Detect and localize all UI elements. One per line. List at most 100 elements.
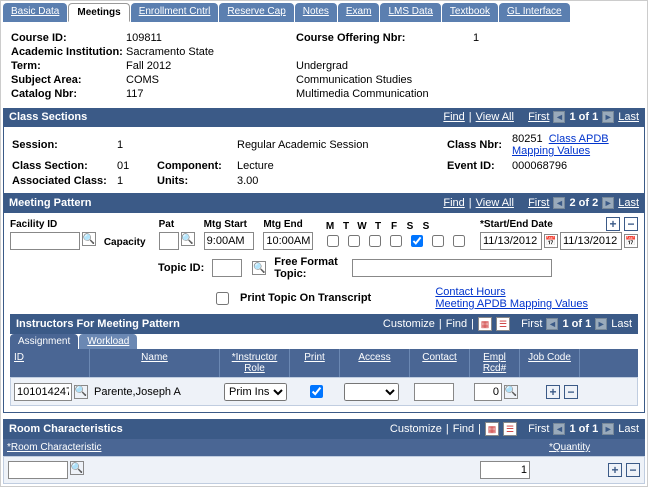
tab-reserve-cap[interactable]: Reserve Cap <box>219 3 293 22</box>
rc-zoom-icon[interactable]: ▦ <box>485 422 499 436</box>
pat-lookup-icon[interactable]: 🔍 <box>181 232 195 246</box>
instructors-download-icon[interactable]: ☰ <box>496 317 510 331</box>
instructors-prev-icon[interactable]: ◄ <box>546 318 558 330</box>
day-su-checkbox[interactable] <box>453 235 465 247</box>
day-th-checkbox[interactable] <box>390 235 402 247</box>
mp-add-row-button[interactable]: + <box>606 217 620 231</box>
subtab-assignment[interactable]: Assignment <box>10 334 78 349</box>
day-m-label: M <box>323 221 337 232</box>
day-m-checkbox[interactable] <box>327 235 339 247</box>
rc-delete-row-button[interactable]: − <box>626 463 640 477</box>
class-sections-last[interactable]: Last <box>618 111 639 123</box>
col-quantity[interactable]: *Quantity <box>545 439 645 456</box>
rc-find[interactable]: Find <box>453 423 474 435</box>
class-sections-find[interactable]: Find <box>443 111 464 123</box>
room-char-lookup-icon[interactable]: 🔍 <box>70 461 84 475</box>
term-label: Term: <box>11 60 126 72</box>
instructors-next-icon[interactable]: ► <box>595 318 607 330</box>
mp-next-icon[interactable]: ► <box>602 197 614 209</box>
rc-prev-icon[interactable]: ◄ <box>553 423 565 435</box>
instructor-name-value: Parente,Joseph A <box>91 386 221 398</box>
col-instructor-role[interactable]: *Instructor Role <box>220 349 290 377</box>
mtg-end-input[interactable] <box>263 232 313 250</box>
instructor-add-row-button[interactable]: + <box>546 385 560 399</box>
start-date-calendar-icon[interactable]: 📅 <box>544 234 558 248</box>
end-date-input[interactable] <box>560 232 622 250</box>
topic-id-input[interactable] <box>212 259 242 277</box>
class-sections-view-all[interactable]: View All <box>476 111 514 123</box>
rc-customize[interactable]: Customize <box>390 423 442 435</box>
instructor-role-select[interactable]: Prim Ins <box>224 383 287 401</box>
tab-basic-data[interactable]: Basic Data <box>3 3 67 22</box>
instructor-delete-row-button[interactable]: − <box>564 385 578 399</box>
instructor-id-input[interactable] <box>14 383 72 401</box>
topic-id-lookup-icon[interactable]: 🔍 <box>252 261 266 275</box>
tab-exam[interactable]: Exam <box>338 3 380 22</box>
rc-add-row-button[interactable]: + <box>608 463 622 477</box>
subtab-workload[interactable]: Workload <box>79 334 137 349</box>
rc-download-icon[interactable]: ☰ <box>503 422 517 436</box>
class-sections-first[interactable]: First <box>528 111 549 123</box>
meeting-apdb-link[interactable]: Meeting APDB Mapping Values <box>435 298 588 310</box>
tab-gl-interface[interactable]: GL Interface <box>499 3 570 22</box>
catalog-desc-value: Multimedia Communication <box>296 88 436 100</box>
free-format-input[interactable] <box>352 259 552 277</box>
tab-notes[interactable]: Notes <box>295 3 337 22</box>
event-id-value: 000068796 <box>512 160 642 172</box>
col-access[interactable]: Access <box>340 349 410 377</box>
instructors-find[interactable]: Find <box>446 318 467 330</box>
room-char-input[interactable] <box>8 461 68 479</box>
instructor-id-lookup-icon[interactable]: 🔍 <box>74 385 88 399</box>
col-room-characteristic[interactable]: *Room Characteristic <box>3 439 545 456</box>
class-sections-next-icon[interactable]: ► <box>602 111 614 123</box>
mtg-start-input[interactable] <box>204 232 254 250</box>
rc-next-icon[interactable]: ► <box>602 423 614 435</box>
instructors-customize[interactable]: Customize <box>383 318 435 330</box>
pat-input[interactable] <box>159 232 179 250</box>
instructors-zoom-icon[interactable]: ▦ <box>478 317 492 331</box>
instructor-print-checkbox[interactable] <box>310 385 323 398</box>
instructors-last[interactable]: Last <box>611 318 632 330</box>
class-nbr-label: Class Nbr: <box>447 139 502 151</box>
col-contact[interactable]: Contact <box>410 349 470 377</box>
print-topic-checkbox[interactable] <box>216 292 229 305</box>
instructor-empl-rcd-input[interactable] <box>474 383 502 401</box>
tab-textbook[interactable]: Textbook <box>442 3 498 22</box>
day-sa-checkbox[interactable] <box>432 235 444 247</box>
facility-id-input[interactable] <box>10 232 80 250</box>
instructor-row: 🔍 Parente,Joseph A Prim Ins 🔍 +− <box>10 377 638 406</box>
contact-hours-link[interactable]: Contact Hours <box>435 286 505 298</box>
tab-lms-data[interactable]: LMS Data <box>380 3 440 22</box>
day-f-checkbox[interactable] <box>411 235 423 247</box>
end-date-calendar-icon[interactable]: 📅 <box>624 234 638 248</box>
facility-id-lookup-icon[interactable]: 🔍 <box>82 232 96 246</box>
session-desc: Regular Academic Session <box>237 139 447 151</box>
rc-last[interactable]: Last <box>618 423 639 435</box>
tab-enrollment-cntrl[interactable]: Enrollment Cntrl <box>131 3 219 22</box>
start-date-input[interactable] <box>480 232 542 250</box>
mp-delete-row-button[interactable]: − <box>624 217 638 231</box>
mp-first[interactable]: First <box>528 197 549 209</box>
mp-view-all[interactable]: View All <box>476 197 514 209</box>
free-format-label: Free Format Topic: <box>274 256 344 280</box>
class-sections-prev-icon[interactable]: ◄ <box>553 111 565 123</box>
mp-find[interactable]: Find <box>443 197 464 209</box>
mp-prev-icon[interactable]: ◄ <box>553 197 565 209</box>
col-job-code[interactable]: Job Code <box>520 349 580 377</box>
tab-meetings[interactable]: Meetings <box>68 3 129 22</box>
mp-last[interactable]: Last <box>618 197 639 209</box>
day-t-checkbox[interactable] <box>348 235 360 247</box>
course-id-label: Course ID: <box>11 32 126 44</box>
rc-first[interactable]: First <box>528 423 549 435</box>
instructor-contact-input[interactable] <box>414 383 454 401</box>
day-w-checkbox[interactable] <box>369 235 381 247</box>
col-empl-rcd[interactable]: Empl Rcd# <box>470 349 520 377</box>
col-print[interactable]: Print <box>290 349 340 377</box>
pat-label: Pat <box>159 219 198 230</box>
instructor-access-select[interactable] <box>344 383 399 401</box>
col-name[interactable]: Name <box>90 349 220 377</box>
room-qty-input[interactable] <box>480 461 530 479</box>
instructors-first[interactable]: First <box>521 318 542 330</box>
col-id[interactable]: ID <box>10 349 90 377</box>
instructor-empl-rcd-lookup-icon[interactable]: 🔍 <box>504 385 518 399</box>
